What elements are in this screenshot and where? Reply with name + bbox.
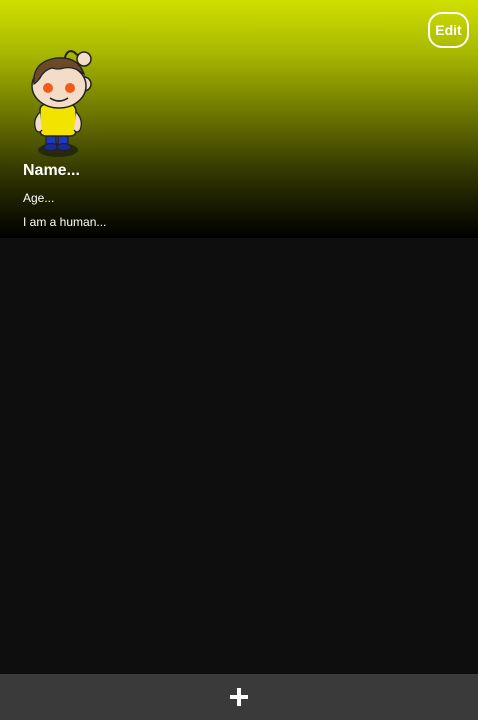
plus-icon[interactable]: [230, 688, 248, 706]
add-button[interactable]: [0, 674, 478, 720]
profile-bio: I am a human...: [23, 215, 107, 229]
content-area: [0, 238, 478, 674]
avatar: [31, 50, 92, 157]
profile-header: Edit Name... Age... I am a human...: [0, 0, 478, 238]
profile-age: Age...: [23, 191, 55, 205]
edit-button[interactable]: Edit: [428, 12, 469, 48]
profile-name: Name...: [23, 162, 80, 179]
